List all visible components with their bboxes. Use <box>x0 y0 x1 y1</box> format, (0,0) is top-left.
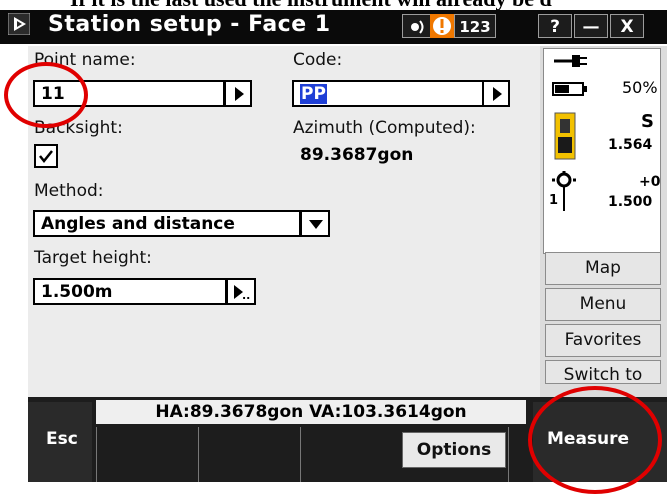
options-button[interactable]: Options <box>402 432 506 468</box>
softkey-3[interactable] <box>300 427 400 482</box>
target-height-picker-button[interactable]: .. <box>226 278 256 305</box>
instrument-height: 1.564 <box>608 137 653 153</box>
annotation-circle-point-name <box>4 62 88 128</box>
help-button[interactable]: ? <box>538 14 572 38</box>
softkey-1[interactable] <box>96 427 198 482</box>
azimuth-label: Azimuth (Computed): <box>293 118 476 138</box>
arrow-right-icon <box>493 87 502 101</box>
close-button[interactable]: X <box>610 14 644 38</box>
azimuth-value: 89.3687gon <box>300 145 414 165</box>
target-number: 1 <box>549 193 559 208</box>
method-dropdown-button[interactable] <box>300 210 330 237</box>
battery-percent: 50% <box>622 78 658 97</box>
warning-icon[interactable] <box>430 14 454 38</box>
battery-icon <box>552 82 587 96</box>
menu-button[interactable]: Menu <box>545 288 661 321</box>
esc-button[interactable]: Esc <box>28 402 92 482</box>
ellipsis-icon: .. <box>242 289 251 302</box>
input-mode-button[interactable]: 123 <box>454 14 496 38</box>
method-value: Angles and distance <box>41 214 235 234</box>
arrow-right-icon <box>235 87 244 101</box>
code-label: Code: <box>293 50 343 70</box>
annotation-circle-measure <box>528 386 662 494</box>
softkey-2[interactable] <box>198 427 300 482</box>
point-name-picker-button[interactable] <box>224 80 252 107</box>
chevron-down-icon <box>309 220 323 229</box>
checkmark-icon <box>39 150 53 164</box>
code-field[interactable]: PP <box>292 80 484 107</box>
map-button[interactable]: Map <box>545 252 661 285</box>
app-icon[interactable] <box>7 12 31 36</box>
target-height-label: Target height: <box>34 248 152 268</box>
method-select[interactable]: Angles and distance <box>33 210 301 237</box>
switch-to-button[interactable]: Switch to <box>545 360 661 384</box>
code-picker-button[interactable] <box>482 80 510 107</box>
minimize-button[interactable]: — <box>574 14 608 38</box>
backsight-checkbox[interactable] <box>34 144 58 168</box>
esc-label: Esc <box>46 429 78 449</box>
instrument-status-box[interactable]: 50% S 1.564 1 +0 1.500 <box>543 48 661 254</box>
target-height-field[interactable]: 1.500m <box>33 278 227 305</box>
total-station-icon <box>554 112 576 160</box>
network-icon <box>409 15 427 44</box>
instrument-letter: S <box>641 111 654 132</box>
power-plug-icon <box>554 55 587 67</box>
angles-status-line: HA:89.3678gon VA:103.3614gon <box>96 400 526 424</box>
code-value: PP <box>300 84 327 104</box>
target-offset: +0 <box>639 174 661 190</box>
target-height-value: 1.500m <box>41 282 113 302</box>
window-title: Station setup - Face 1 <box>48 12 331 37</box>
favorites-button[interactable]: Favorites <box>545 324 661 357</box>
method-label: Method: <box>34 181 104 201</box>
target-height-status: 1.500 <box>608 194 653 210</box>
